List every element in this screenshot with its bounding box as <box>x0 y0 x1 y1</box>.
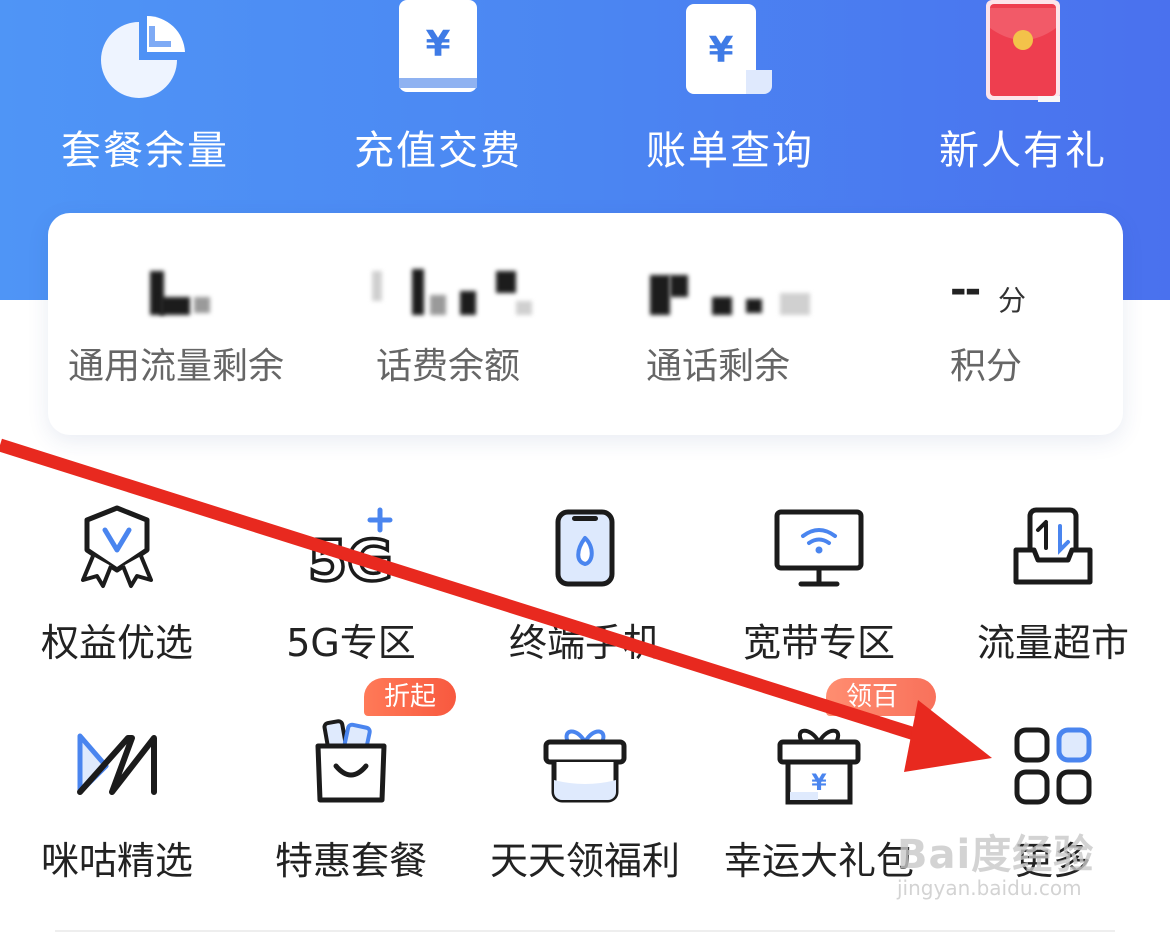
top-item-label: 充值交费 <box>354 128 522 174</box>
points-unit: 分 <box>998 284 1027 317</box>
svg-text:5G: 5G <box>308 529 393 588</box>
service-terminal-phone[interactable]: 终端手机 <box>468 500 702 670</box>
gift-box-icon <box>543 729 627 803</box>
svg-text:¥: ¥ <box>708 30 733 71</box>
divider <box>55 930 1115 932</box>
svg-text:¥: ¥ <box>425 24 450 65</box>
service-label: 终端手机 <box>508 621 661 665</box>
gift-yen-icon: ¥ <box>777 728 861 805</box>
stat-balance[interactable]: 话费余额 <box>348 213 588 435</box>
service-daily-welfare[interactable]: 天天领福利 <box>468 718 702 888</box>
5g-plus-icon: 5G <box>306 507 394 588</box>
watermark-logo-text: Bai度经验 <box>897 832 1095 878</box>
service-migu-select[interactable]: 咪咕精选 <box>0 718 234 888</box>
shopping-bag-icon <box>315 719 387 803</box>
stat-label: 通话剩余 <box>646 346 791 387</box>
service-label: 宽带专区 <box>742 621 895 665</box>
top-item-label: 新人有礼 <box>939 128 1107 174</box>
watermark-url: jingyan.baidu.com <box>897 876 1082 900</box>
grid-more-icon <box>1014 727 1092 805</box>
service-special-package[interactable]: 折起 特惠套餐 <box>234 678 468 888</box>
service-broadband-zone[interactable]: 宽带专区 <box>702 500 936 670</box>
service-label: 咪咕精选 <box>40 839 193 883</box>
bill-icon: ¥ <box>686 4 772 94</box>
watermark: Bai度经验 jingyan.baidu.com <box>897 822 1094 900</box>
migu-icon <box>77 733 157 795</box>
stat-label: 积分 <box>950 346 1023 387</box>
service-label: 5G专区 <box>286 621 416 665</box>
service-equity-select[interactable]: 权益优选 <box>0 500 234 670</box>
stat-data-remaining[interactable]: 通用流量剩余 <box>48 213 318 435</box>
yen-card-icon: ¥ <box>399 0 477 92</box>
masked-value <box>146 261 256 321</box>
points-value: -- 分 <box>950 261 1090 321</box>
service-label: 权益优选 <box>40 621 193 665</box>
top-item-label: 账单查询 <box>646 128 814 174</box>
service-data-market[interactable]: 流量超市 <box>936 500 1170 670</box>
svg-text:¥: ¥ <box>811 771 827 796</box>
service-label: 天天领福利 <box>489 839 680 883</box>
masked-value <box>650 261 820 321</box>
stat-points[interactable]: -- 分 积分 <box>908 213 1108 435</box>
pie-chart-icon <box>101 15 185 98</box>
v-badge-icon <box>81 505 153 588</box>
top-item-label: 套餐余量 <box>61 128 229 174</box>
stat-label: 通用流量剩余 <box>68 346 285 387</box>
service-label: 特惠套餐 <box>274 839 427 883</box>
phone-icon <box>555 509 615 587</box>
service-label: 流量超市 <box>976 621 1129 665</box>
masked-value <box>372 261 552 321</box>
stat-label: 话费余额 <box>376 346 521 387</box>
account-summary-card: 通用流量剩余 话费余额 通话剩余 -- 分 积分 <box>48 213 1123 435</box>
red-envelope-icon <box>986 0 1060 102</box>
service-5g-zone[interactable]: 5G 5G专区 <box>234 500 468 670</box>
data-tray-icon <box>1013 507 1093 585</box>
monitor-wifi-icon <box>774 509 864 587</box>
reward-badge: 领百元 <box>826 678 936 750</box>
stat-call-remaining[interactable]: 通话剩余 <box>628 213 848 435</box>
points-number: -- <box>950 267 981 313</box>
discount-badge: 折起 <box>364 678 457 716</box>
